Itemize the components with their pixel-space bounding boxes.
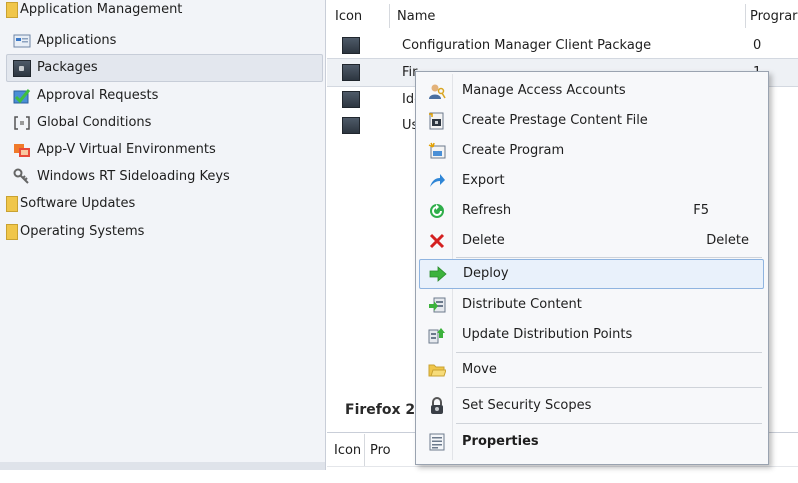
export-icon	[428, 172, 446, 190]
key-icon	[13, 168, 31, 186]
package-icon	[342, 117, 360, 134]
nav-item-appv-virtual-environments[interactable]: App-V Virtual Environments	[13, 137, 216, 163]
package-icon	[342, 91, 360, 108]
menu-item-label: Deploy	[463, 266, 509, 281]
appv-icon	[13, 141, 31, 159]
refresh-icon	[428, 202, 446, 220]
folder-icon	[6, 196, 18, 212]
menu-item-refresh[interactable]: Refresh F5	[419, 197, 764, 225]
menu-item-label: Distribute Content	[462, 297, 582, 312]
properties-icon	[428, 433, 446, 451]
menu-item-label: Create Program	[462, 143, 565, 158]
menu-item-label: Create Prestage Content File	[462, 113, 648, 128]
navigation-pane: Application Management Applications Pack…	[0, 0, 326, 470]
details-column-header-icon[interactable]: Icon	[334, 443, 361, 458]
delete-icon	[428, 232, 446, 250]
nav-item-label: Operating Systems	[20, 224, 145, 239]
security-scopes-icon	[428, 397, 446, 415]
menu-item-distribute-content[interactable]: Distribute Content	[419, 291, 764, 319]
column-header-program-count[interactable]: Prograr	[750, 6, 798, 28]
context-menu: Manage Access Accounts Create Prestage C…	[415, 71, 769, 465]
global-conditions-icon	[13, 114, 31, 132]
menu-item-properties[interactable]: Properties	[419, 428, 764, 456]
applications-icon	[13, 32, 31, 50]
details-pane-title: Firefox 24	[345, 402, 425, 418]
nav-item-label: Applications	[37, 33, 117, 48]
menu-separator	[456, 352, 762, 353]
package-icon	[13, 59, 31, 77]
menu-item-deploy[interactable]: Deploy	[419, 259, 764, 289]
column-divider[interactable]	[389, 4, 390, 28]
menu-item-label: Properties	[462, 434, 539, 449]
details-column-header-program[interactable]: Pro	[370, 443, 391, 458]
menu-item-create-program[interactable]: Create Program	[419, 137, 764, 165]
menu-separator	[456, 423, 762, 424]
distribute-content-icon	[428, 296, 446, 314]
menu-separator	[456, 387, 762, 388]
menu-item-delete[interactable]: Delete Delete	[419, 227, 764, 255]
shortcut-key: Delete	[706, 233, 749, 248]
nav-item-application-management[interactable]: Application Management	[6, 0, 182, 23]
update-distribution-points-icon	[428, 326, 446, 344]
nav-item-global-conditions[interactable]: Global Conditions	[13, 110, 151, 136]
nav-item-applications[interactable]: Applications	[13, 28, 116, 54]
menu-item-create-prestage-content-file[interactable]: Create Prestage Content File	[419, 107, 764, 135]
menu-item-move[interactable]: Move	[419, 356, 764, 384]
details-row-divider	[327, 466, 798, 467]
menu-item-manage-access-accounts[interactable]: Manage Access Accounts	[419, 77, 764, 105]
nav-item-software-updates[interactable]: Software Updates	[6, 191, 135, 217]
nav-item-label: Application Management	[20, 2, 183, 17]
menu-item-label: Refresh	[462, 203, 512, 218]
menu-item-export[interactable]: Export	[419, 167, 764, 195]
menu-item-label: Move	[462, 362, 497, 377]
menu-item-set-security-scopes[interactable]: Set Security Scopes	[419, 392, 764, 420]
menu-item-update-distribution-points[interactable]: Update Distribution Points	[419, 321, 764, 349]
menu-item-label: Set Security Scopes	[462, 398, 592, 413]
program-count: 0	[753, 38, 762, 53]
column-header-icon[interactable]: Icon	[335, 6, 362, 28]
move-folder-icon	[428, 361, 447, 379]
column-divider[interactable]	[364, 434, 365, 466]
menu-item-label: Update Distribution Points	[462, 327, 633, 342]
create-program-icon	[428, 142, 446, 160]
package-name: Configuration Manager Client Package	[402, 38, 652, 53]
column-header-name[interactable]: Name	[397, 6, 435, 28]
column-divider[interactable]	[745, 4, 746, 28]
nav-item-packages[interactable]: Packages	[6, 54, 323, 82]
folder-icon	[6, 224, 18, 240]
nav-item-operating-systems[interactable]: Operating Systems	[6, 219, 144, 245]
manage-access-accounts-icon	[428, 82, 446, 100]
approval-icon	[13, 87, 31, 105]
nav-item-approval-requests[interactable]: Approval Requests	[13, 83, 158, 109]
nav-item-label: App-V Virtual Environments	[37, 142, 216, 157]
nav-item-label: Windows RT Sideloading Keys	[37, 169, 230, 184]
package-icon	[342, 64, 360, 81]
nav-item-label: Approval Requests	[37, 88, 159, 103]
menu-item-label: Export	[462, 173, 505, 188]
shortcut-key: F5	[693, 203, 709, 218]
package-icon	[342, 37, 360, 54]
deploy-icon	[429, 265, 447, 283]
nav-item-label: Global Conditions	[37, 115, 152, 130]
menu-item-label: Manage Access Accounts	[462, 83, 626, 98]
nav-item-label: Packages	[37, 60, 98, 75]
menu-separator	[456, 257, 762, 258]
nav-item-windows-rt-sideloading-keys[interactable]: Windows RT Sideloading Keys	[13, 164, 230, 190]
nav-item-label: Software Updates	[20, 196, 136, 211]
menu-item-label: Delete	[462, 233, 505, 248]
table-row[interactable]: Configuration Manager Client Package 0	[327, 32, 798, 59]
prestage-content-icon	[428, 112, 446, 130]
folder-icon	[6, 2, 18, 18]
